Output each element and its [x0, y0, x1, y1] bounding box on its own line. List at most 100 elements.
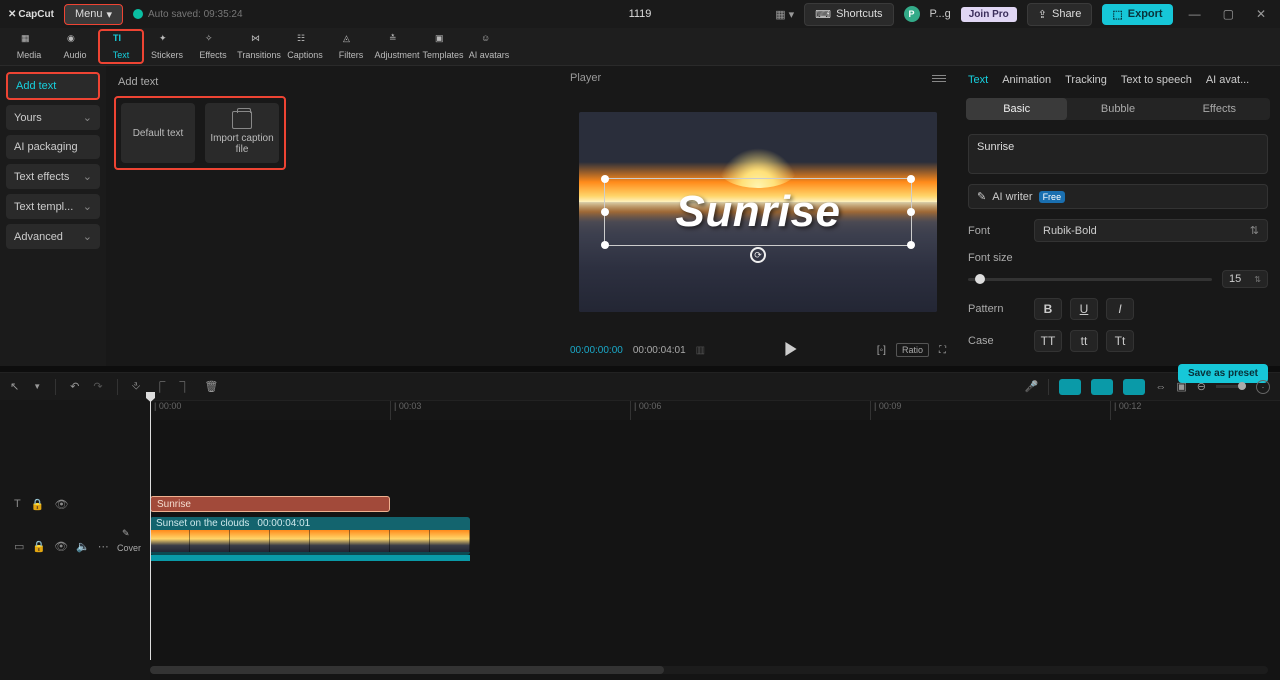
cover-button[interactable]: ✎ Cover	[112, 528, 146, 553]
insp-tab-aiavatar[interactable]: AI avat...	[1206, 74, 1249, 86]
text-input[interactable]: Sunrise	[968, 134, 1268, 174]
scrollbar-thumb[interactable]	[150, 666, 664, 674]
menu-button[interactable]: Menu ▾	[64, 4, 123, 25]
insp-tab-animation[interactable]: Animation	[1002, 74, 1051, 86]
fullscreen-icon[interactable]: ⛶	[939, 345, 946, 356]
insp-tab-text[interactable]: Text	[968, 74, 988, 86]
user-avatar[interactable]: P	[904, 6, 920, 22]
video-clip[interactable]: Sunset on the clouds00:00:04:01	[150, 517, 470, 555]
italic-button[interactable]: I	[1106, 298, 1134, 320]
sidebar-item-yours[interactable]: Yours⌄	[6, 105, 100, 130]
user-name[interactable]: P...g	[930, 8, 951, 20]
card-import-caption[interactable]: Import caption file	[205, 103, 279, 163]
sidebar-item-text-templates[interactable]: Text templ...⌄	[6, 194, 100, 219]
sidebar-item-text-effects[interactable]: Text effects⌄	[6, 164, 100, 189]
font-select[interactable]: Rubik-Bold⇅	[1034, 219, 1268, 242]
shortcuts-button[interactable]: ⌨ Shortcuts	[804, 3, 893, 26]
project-title[interactable]: 1119	[629, 8, 652, 20]
mute-icon[interactable]: 🔈	[76, 540, 90, 553]
sidebar-item-add-text[interactable]: Add text	[6, 72, 100, 100]
stepper-icon[interactable]: ⇅	[1254, 275, 1261, 284]
close-icon[interactable]: ✕	[1250, 7, 1272, 21]
pointer-tool-icon[interactable]: ↖	[10, 380, 19, 393]
maximize-icon[interactable]: ▢	[1217, 7, 1240, 21]
export-button[interactable]: ⬚ Export	[1102, 4, 1172, 25]
tab-filters[interactable]: ◬Filters	[328, 31, 374, 62]
tab-adjustment[interactable]: ≛Adjustment	[374, 31, 420, 62]
underline-button[interactable]: U	[1070, 298, 1098, 320]
tab-audio[interactable]: ◉Audio	[52, 31, 98, 62]
subtab-bubble[interactable]: Bubble	[1067, 98, 1168, 120]
tab-ai-avatars[interactable]: ☺AI avatars	[466, 31, 512, 62]
fontsize-input[interactable]: 15⇅	[1222, 270, 1268, 288]
magnet-toggle-3[interactable]	[1123, 379, 1145, 395]
zoom-slider[interactable]	[1216, 385, 1246, 388]
ratio-button[interactable]: Ratio	[896, 343, 929, 357]
sidebar-item-advanced[interactable]: Advanced⌄	[6, 224, 100, 249]
subtab-basic[interactable]: Basic	[966, 98, 1067, 120]
share-button[interactable]: ⇪ Share	[1027, 3, 1093, 26]
tab-stickers[interactable]: ✦Stickers	[144, 31, 190, 62]
magnet-toggle-1[interactable]	[1059, 379, 1081, 395]
subtab-effects[interactable]: Effects	[1169, 98, 1270, 120]
bold-button[interactable]: B	[1034, 298, 1062, 320]
timeline-scrollbar[interactable]	[150, 666, 1268, 674]
zoom-fit-icon[interactable]: ·	[1256, 380, 1270, 394]
player-menu-icon[interactable]	[932, 75, 946, 82]
play-button[interactable]	[784, 342, 798, 359]
slider-knob[interactable]	[975, 274, 985, 284]
player-canvas[interactable]: Sunrise ⟳	[560, 90, 956, 334]
split-icon[interactable]: ⎀	[132, 380, 141, 393]
text-selection-box[interactable]: Sunrise ⟳	[604, 178, 912, 246]
lock-icon[interactable]: 🔒	[31, 498, 45, 511]
magnet-toggle-2[interactable]	[1091, 379, 1113, 395]
case-title-button[interactable]: Tt	[1106, 330, 1134, 352]
redo-icon[interactable]: ↷	[93, 380, 102, 393]
more-icon[interactable]: ⋯	[98, 540, 109, 553]
preview-text[interactable]: Sunrise	[676, 187, 841, 237]
timeline-tracks[interactable]: | 00:00 | 00:03 | 00:06 | 00:09 | 00:12 …	[150, 400, 1280, 680]
handle-icon[interactable]	[907, 208, 915, 216]
mic-icon[interactable]: 🎤	[1025, 380, 1039, 393]
fontsize-slider[interactable]	[968, 278, 1212, 281]
eye-icon[interactable]: 👁	[54, 540, 68, 553]
handle-icon[interactable]	[601, 241, 609, 249]
join-pro-button[interactable]: Join Pro	[961, 7, 1017, 22]
tab-media[interactable]: ▦Media	[6, 31, 52, 62]
align-icon[interactable]: ⇔	[1155, 381, 1166, 393]
zoom-out-icon[interactable]: ⊖	[1197, 380, 1206, 393]
rotate-handle-icon[interactable]: ⟳	[750, 247, 766, 263]
eye-icon[interactable]: 👁	[54, 498, 68, 511]
tab-templates[interactable]: ▣Templates	[420, 31, 466, 62]
case-upper-button[interactable]: TT	[1034, 330, 1062, 352]
sidebar-item-ai-packaging[interactable]: AI packaging	[6, 135, 100, 159]
delete-icon[interactable]: 🗑	[204, 380, 218, 393]
tab-text[interactable]: TIText	[98, 29, 144, 64]
text-clip[interactable]: Sunrise	[150, 496, 390, 512]
trim-right-icon[interactable]: ⏋	[179, 379, 190, 395]
scan-icon[interactable]: [◦]	[877, 345, 886, 356]
card-default-text[interactable]: Default text	[121, 103, 195, 163]
handle-icon[interactable]	[601, 208, 609, 216]
case-lower-button[interactable]: tt	[1070, 330, 1098, 352]
insp-tab-tts[interactable]: Text to speech	[1121, 74, 1192, 86]
text-track-icon[interactable]: T	[14, 498, 21, 511]
playhead[interactable]	[150, 394, 151, 660]
audio-strip[interactable]	[150, 555, 470, 561]
lock-icon[interactable]: 🔒	[32, 540, 46, 553]
tab-effects[interactable]: ✧Effects	[190, 31, 236, 62]
handle-icon[interactable]	[907, 241, 915, 249]
tab-captions[interactable]: ☷Captions	[282, 31, 328, 62]
trim-left-icon[interactable]: ⎾	[154, 379, 165, 395]
undo-icon[interactable]: ↶	[70, 380, 79, 393]
snap-icon[interactable]: ▣	[1176, 380, 1186, 393]
insp-tab-tracking[interactable]: Tracking	[1065, 74, 1107, 86]
compare-icon[interactable]: ▥	[696, 345, 705, 356]
timeline-ruler[interactable]: | 00:00 | 00:03 | 00:06 | 00:09 | 00:12	[150, 400, 1280, 420]
ai-writer-row[interactable]: ✎ AI writer Free	[968, 184, 1268, 209]
layout-icon[interactable]: ▦ ▾	[775, 8, 794, 21]
video-track-icon[interactable]: ▭	[14, 540, 24, 553]
minimize-icon[interactable]: —	[1183, 7, 1207, 21]
pointer-dropdown-icon[interactable]: ▼	[33, 382, 41, 391]
tab-transitions[interactable]: ⋈Transitions	[236, 31, 282, 62]
